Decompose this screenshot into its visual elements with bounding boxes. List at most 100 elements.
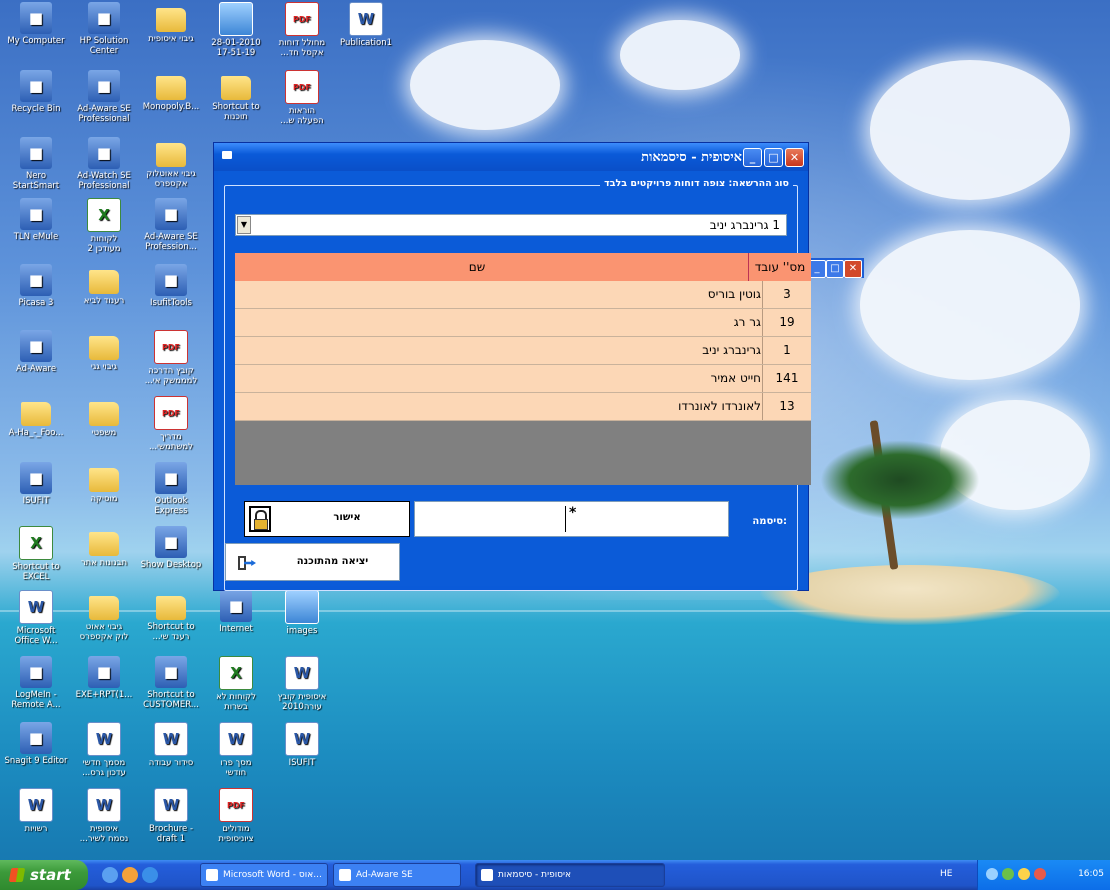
exit-button[interactable]: יציאה מהתוכנה: [225, 543, 400, 581]
excel-icon: X: [219, 656, 253, 690]
start-button[interactable]: start: [0, 860, 88, 890]
app-icon: ■: [20, 198, 52, 230]
tray-security-icon[interactable]: [1002, 868, 1014, 880]
desktop-icon[interactable]: ■ Shortcut to CUSTOMER...: [137, 656, 205, 710]
desktop-icon[interactable]: ■ ISUFIT: [2, 462, 70, 506]
desktop-icon[interactable]: X לקוחות מעודכן 2: [70, 198, 138, 254]
desktop-icon[interactable]: ■ Picasa 3: [2, 264, 70, 308]
desktop-icon[interactable]: ■ Ad-Aware: [2, 330, 70, 374]
desktop-icon-label: איסופית ...נסמח לשיר: [79, 824, 129, 844]
desktop-icon[interactable]: W איסופית ...נסמח לשיר: [70, 788, 138, 844]
desktop-icon-label: משפטי: [91, 428, 117, 438]
combo-arrow-icon[interactable]: ▼: [237, 216, 251, 234]
wallpaper-palm-leaves: [820, 440, 980, 520]
desktop-icon[interactable]: ■ TLN eMule: [2, 198, 70, 242]
desktop-icon[interactable]: ■ Ad-Aware SE Professional: [70, 70, 138, 124]
desktop-icon[interactable]: X לקוחות לא בשרות: [202, 656, 270, 712]
desktop-icon[interactable]: ■ Ad-Aware SE Profession...: [137, 198, 205, 252]
desktop-icon[interactable]: משפטי: [70, 396, 138, 438]
desktop-icon[interactable]: PDF מחולל דוחות ...אקסל חד: [268, 2, 336, 58]
desktop-icon[interactable]: PDF מדריך ...למשתמשי: [137, 396, 205, 452]
desktop-icon[interactable]: PDF קובץ הדרכה ...למממשק אי: [137, 330, 205, 386]
desktop-icon[interactable]: images: [268, 590, 336, 636]
taskbar-task[interactable]: איסופית - סיסמאות: [475, 863, 665, 887]
desktop-icon[interactable]: ■ My Computer: [2, 2, 70, 46]
doc-icon: W: [87, 722, 121, 756]
app-icon: ■: [20, 137, 52, 169]
desktop-icon[interactable]: W סידור עבודה: [137, 722, 205, 768]
table-row[interactable]: 19 גר רג: [235, 309, 811, 337]
minimize-button[interactable]: _: [743, 148, 762, 167]
tray-app-icon[interactable]: [1034, 868, 1046, 880]
quicklaunch-ie-icon[interactable]: [102, 867, 118, 883]
folder-icon: [156, 8, 186, 32]
desktop-icon[interactable]: PDF מודולים ציוניסופית: [202, 788, 270, 844]
desktop-icon[interactable]: ■ Show Desktop: [137, 526, 205, 570]
desktop-icon[interactable]: גיבוי איסופית: [137, 2, 205, 44]
table-row[interactable]: 13 לאונרדו לאונרדו: [235, 393, 811, 421]
taskbar-task[interactable]: Ad-Aware SE: [333, 863, 461, 887]
window-titlebar[interactable]: איסופית - סיסמאות _ □ ✕: [214, 143, 808, 171]
desktop-icon[interactable]: 28-01-2010 17-51-19: [202, 2, 270, 58]
desktop-icon[interactable]: W רשויות: [2, 788, 70, 834]
taskbar: start Microsoft Word - אוס... Ad-Aware SE…: [0, 860, 1110, 890]
desktop-icon-label: מסך פרו חודשי: [220, 758, 252, 778]
desktop-icon[interactable]: ■ LogMeIn - Remote A...: [2, 656, 70, 710]
desktop-icon[interactable]: W איסופית קובץ עורה2010: [268, 656, 336, 712]
desktop-icon[interactable]: Monopoly.B...: [137, 70, 205, 112]
close-button[interactable]: ✕: [785, 148, 804, 167]
password-field[interactable]: *: [414, 501, 729, 537]
background-max-button[interactable]: □: [826, 260, 844, 278]
desktop-icon[interactable]: W מסמך חדשי ...עדכון גרס: [70, 722, 138, 778]
desktop-icon[interactable]: W Publication1: [332, 2, 400, 48]
app-icon: ■: [155, 656, 187, 688]
desktop-icon[interactable]: גיבוי אאוטלוק אקספרס: [137, 137, 205, 189]
quicklaunch-media-icon[interactable]: [122, 867, 138, 883]
desktop-icon-label: TLN eMule: [13, 232, 59, 242]
maximize-button[interactable]: □: [764, 148, 783, 167]
task-app-icon: [481, 869, 493, 881]
desktop-icon[interactable]: מוסיקה: [70, 462, 138, 504]
language-indicator[interactable]: HE: [940, 869, 952, 879]
desktop-icon[interactable]: ■ Outlook Express: [137, 462, 205, 516]
desktop-icon[interactable]: רענוד לביא: [70, 264, 138, 306]
desktop-icon[interactable]: X Shortcut to EXCEL: [2, 526, 70, 582]
combo-selected-value: 1 גרינברג יניב: [709, 218, 780, 232]
desktop-icon[interactable]: ■ Internet: [202, 590, 270, 634]
background-close-button[interactable]: ✕: [844, 260, 862, 278]
desktop-icon[interactable]: W Microsoft Office W...: [2, 590, 70, 646]
desktop-icon[interactable]: Shortcut to ...רענד שי: [137, 590, 205, 642]
desktop-icon[interactable]: ■ HP Solution Center: [70, 2, 138, 56]
desktop-icon[interactable]: Shortcut to תוכנות: [202, 70, 270, 122]
desktop-icon[interactable]: ■ Nero StartSmart: [2, 137, 70, 191]
desktop-icon[interactable]: ■ Snagit 9 Editor: [2, 722, 70, 766]
desktop-icon[interactable]: A-Ha_-_Foo...: [2, 396, 70, 438]
column-header-employee-number[interactable]: מס'' עובד: [748, 253, 811, 281]
desktop-icon[interactable]: W Brochure - draft 1: [137, 788, 205, 844]
employee-combo[interactable]: ▼ 1 גרינברג יניב: [235, 214, 787, 236]
desktop-icon[interactable]: גיבוי גגי: [70, 330, 138, 372]
tray-network-icon[interactable]: [986, 868, 998, 880]
grid-header: שם מס'' עובד: [235, 253, 811, 281]
desktop-icon[interactable]: W מסך פרו חודשי: [202, 722, 270, 778]
quicklaunch-browser-icon[interactable]: [142, 867, 158, 883]
desktop-icon-label: My Computer: [7, 36, 65, 46]
tray-volume-icon[interactable]: [1018, 868, 1030, 880]
app-icon: ■: [155, 462, 187, 494]
ok-button[interactable]: אישור: [244, 501, 410, 537]
desktop-icon[interactable]: ■ Ad-Watch SE Professional: [70, 137, 138, 191]
desktop-icon[interactable]: W ISUFIT: [268, 722, 336, 768]
desktop-icon[interactable]: תבנונות אתר: [70, 526, 138, 568]
desktop-icon[interactable]: גיבוי אאוט לוק אקספרס: [70, 590, 138, 642]
taskbar-task[interactable]: Microsoft Word - אוס...: [200, 863, 328, 887]
desktop-icon[interactable]: ■ IsufitTools: [137, 264, 205, 308]
table-row[interactable]: 1 גרינברג יניב: [235, 337, 811, 365]
table-row[interactable]: 141 חייט אמיר: [235, 365, 811, 393]
desktop-icon[interactable]: ■ EXE+RPT(1...: [70, 656, 138, 700]
table-row[interactable]: 3 גוטין בוריס: [235, 281, 811, 309]
desktop-icon[interactable]: ■ Recycle Bin: [2, 70, 70, 114]
desktop-icon[interactable]: PDF הוראות ...הפעלה ש: [268, 70, 336, 126]
app-icon: ■: [88, 137, 120, 169]
column-header-name[interactable]: שם: [235, 260, 719, 274]
app-icon: ■: [20, 2, 52, 34]
